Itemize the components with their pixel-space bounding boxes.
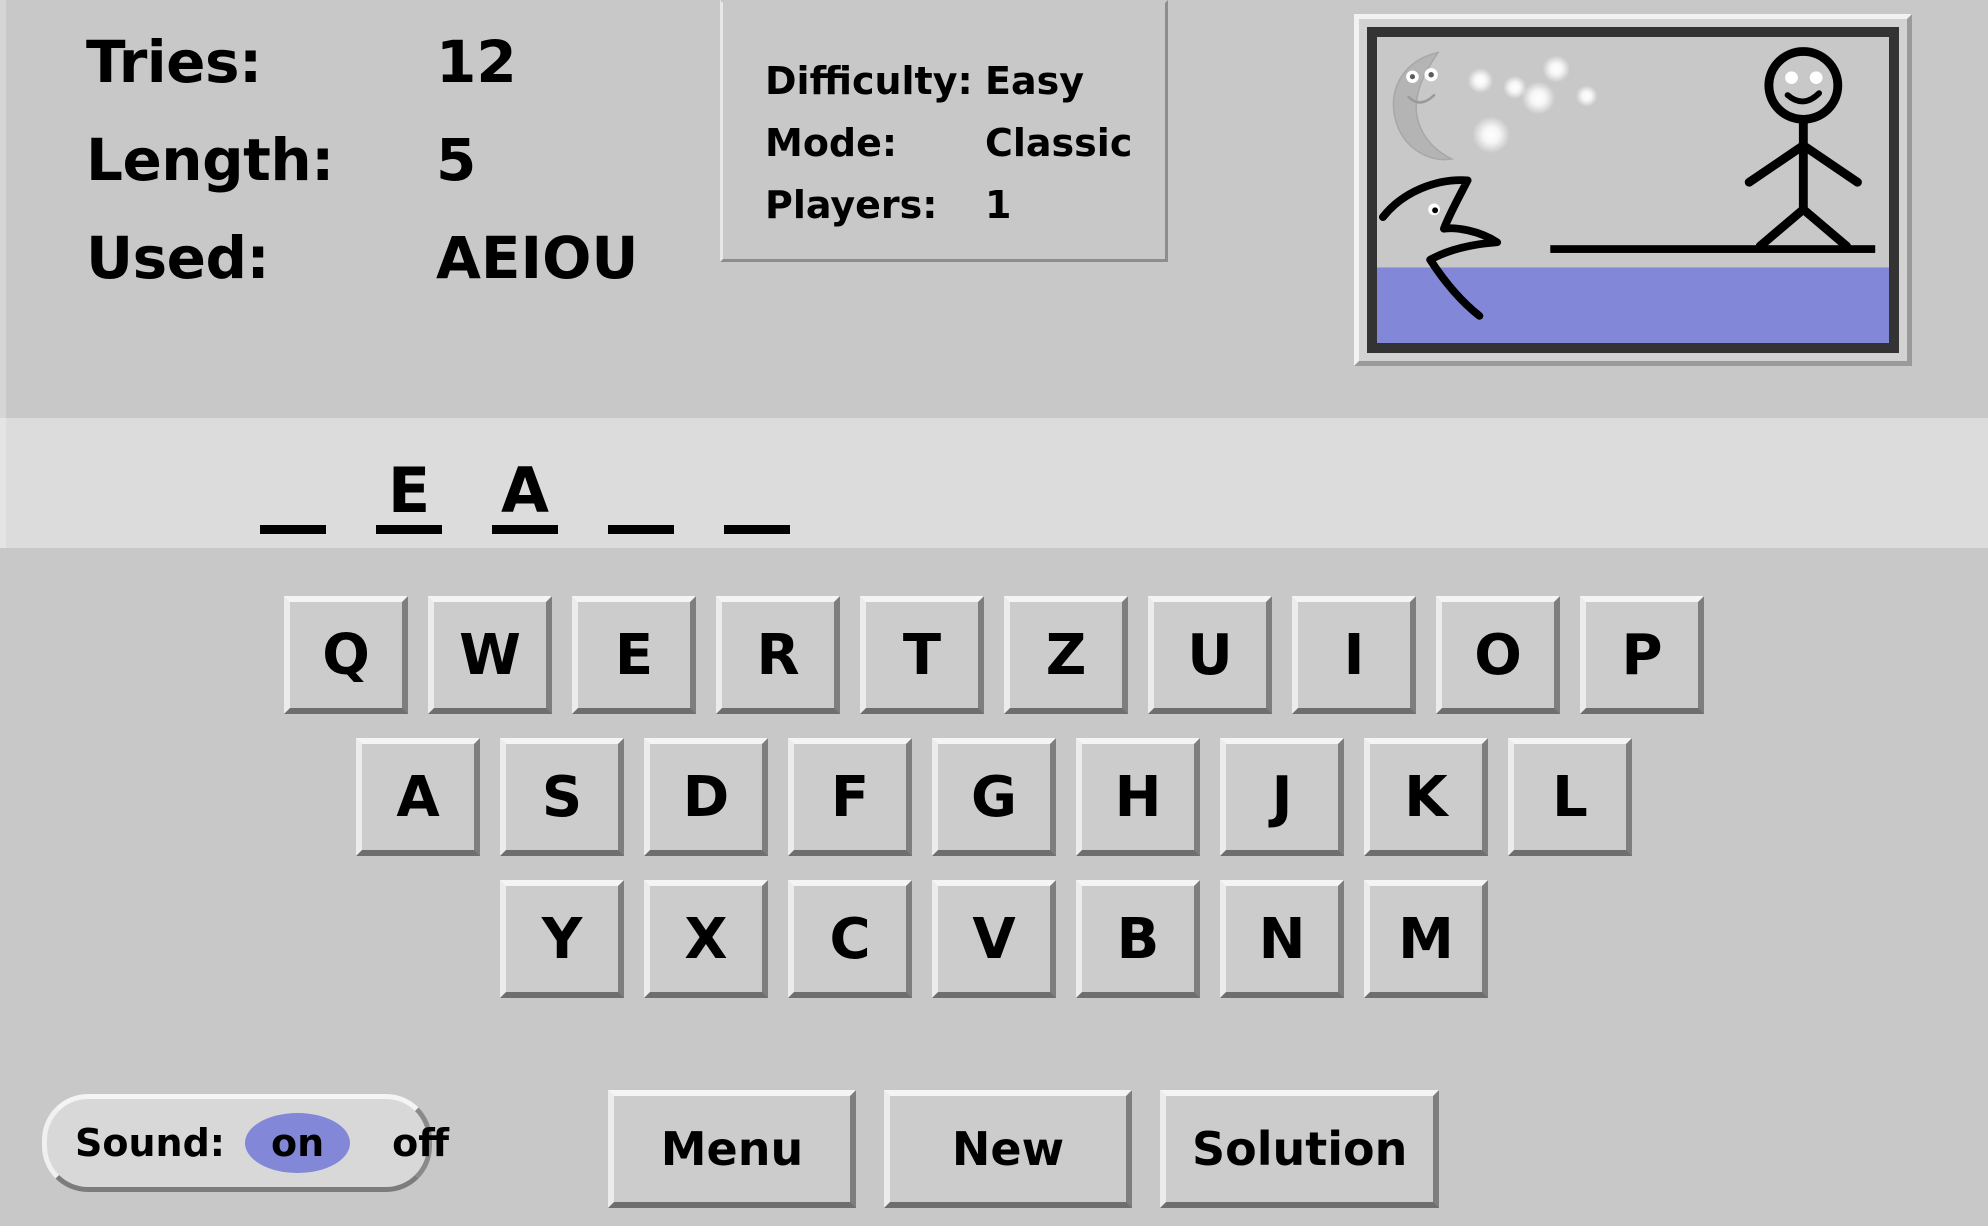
key-c[interactable]: C (788, 880, 912, 998)
key-y[interactable]: Y (500, 880, 624, 998)
status-area: Tries: 12 Length: 5 Used: AEIOU Difficul… (0, 0, 1988, 418)
length-label: Length: (86, 126, 334, 194)
word-slot: A (486, 426, 564, 536)
word-underline (260, 525, 326, 534)
difficulty-label: Difficulty: (765, 59, 973, 103)
word-display: E A (254, 426, 796, 536)
plank (1550, 245, 1876, 253)
key-l[interactable]: L (1508, 738, 1632, 856)
key-w[interactable]: W (428, 596, 552, 714)
players-value: 1 (985, 183, 1012, 227)
stat-row-used: Used: AEIOU (86, 224, 726, 322)
word-underline (724, 525, 790, 534)
sound-off-option[interactable]: off (370, 1115, 471, 1171)
sound-on-option[interactable]: on (244, 1113, 351, 1173)
water (1377, 267, 1889, 343)
bottom-bar: Sound: on off Menu New Solution (0, 1080, 1988, 1226)
action-button-group: Menu New Solution (608, 1090, 1440, 1208)
word-slot (718, 426, 796, 536)
letter-keyboard: Q W E R T Z U I O P A S D F G H J K L Y … (0, 548, 1988, 1022)
keyboard-row-2: A S D F G H J K L (0, 738, 1988, 856)
key-p[interactable]: P (1580, 596, 1704, 714)
key-o[interactable]: O (1436, 596, 1560, 714)
setting-row-mode: Mode: Classic (723, 121, 1165, 183)
key-u[interactable]: U (1148, 596, 1272, 714)
solution-button[interactable]: Solution (1160, 1090, 1440, 1208)
sound-toggle[interactable]: Sound: on off (42, 1094, 449, 1192)
key-x[interactable]: X (644, 880, 768, 998)
word-underline (492, 525, 558, 534)
stat-row-tries: Tries: 12 (86, 28, 726, 126)
key-m[interactable]: M (1364, 880, 1488, 998)
sound-label: Sound: (75, 1121, 225, 1165)
mode-value: Classic (985, 121, 1133, 165)
keyboard-row-3: Y X C V B N M (0, 880, 1988, 998)
hangman-scene-frame (1354, 14, 1912, 366)
players-label: Players: (765, 183, 938, 227)
used-value: AEIOU (436, 224, 639, 292)
key-g[interactable]: G (932, 738, 1056, 856)
word-slot (254, 426, 332, 536)
key-s[interactable]: S (500, 738, 624, 856)
menu-button[interactable]: Menu (608, 1090, 856, 1208)
hangman-scene-svg (1377, 37, 1889, 343)
key-q[interactable]: Q (284, 596, 408, 714)
used-label: Used: (86, 224, 270, 292)
key-d[interactable]: D (644, 738, 768, 856)
key-r[interactable]: R (716, 596, 840, 714)
keyboard-row-1: Q W E R T Z U I O P (0, 596, 1988, 714)
key-b[interactable]: B (1076, 880, 1200, 998)
key-n[interactable]: N (1220, 880, 1344, 998)
key-t[interactable]: T (860, 596, 984, 714)
key-k[interactable]: K (1364, 738, 1488, 856)
word-slot: E (370, 426, 448, 536)
stat-row-length: Length: 5 (86, 126, 726, 224)
key-h[interactable]: H (1076, 738, 1200, 856)
word-underline (608, 525, 674, 534)
key-i[interactable]: I (1292, 596, 1416, 714)
hangman-scene (1367, 27, 1899, 353)
key-v[interactable]: V (932, 880, 1056, 998)
setting-row-difficulty: Difficulty: Easy (723, 59, 1165, 121)
word-display-band: E A (0, 418, 1988, 548)
new-game-button[interactable]: New (884, 1090, 1132, 1208)
word-underline (376, 525, 442, 534)
tries-value: 12 (436, 28, 517, 96)
key-f[interactable]: F (788, 738, 912, 856)
difficulty-value: Easy (985, 59, 1084, 103)
word-slot (602, 426, 680, 536)
setting-row-players: Players: 1 (723, 183, 1165, 245)
key-j[interactable]: J (1220, 738, 1344, 856)
key-a[interactable]: A (356, 738, 480, 856)
mode-label: Mode: (765, 121, 898, 165)
tries-label: Tries: (86, 28, 262, 96)
key-e[interactable]: E (572, 596, 696, 714)
key-z[interactable]: Z (1004, 596, 1128, 714)
stats-panel: Tries: 12 Length: 5 Used: AEIOU (86, 28, 726, 322)
length-value: 5 (436, 126, 477, 194)
settings-panel: Difficulty: Easy Mode: Classic Players: … (720, 0, 1168, 262)
